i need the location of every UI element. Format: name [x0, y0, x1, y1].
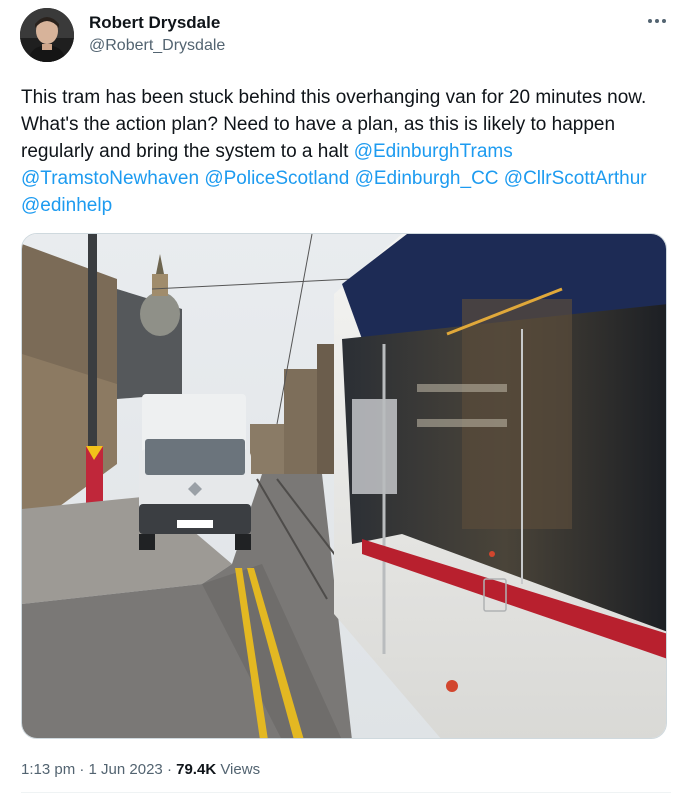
author-name[interactable]: Robert Drysdale: [89, 13, 220, 33]
photo-tram-van-street: [22, 234, 666, 738]
mention-edinburgh-cc[interactable]: @Edinburgh_CC: [355, 168, 499, 189]
author-handle[interactable]: @Robert_Drysdale: [89, 36, 225, 56]
tweet: Robert Drysdale @Robert_Drysdale This tr…: [0, 0, 689, 800]
tweet-time[interactable]: 1:13 pm: [21, 761, 75, 778]
mention-policescotland[interactable]: @PoliceScotland: [204, 168, 349, 189]
more-horizontal-icon-dot: [662, 19, 666, 23]
views-count: 79.4K: [176, 761, 217, 778]
views-label: Views: [220, 761, 261, 778]
more-options-button[interactable]: [644, 10, 670, 32]
tweet-body: This tram has been stuck behind this ove…: [21, 87, 647, 162]
tweet-text: This tram has been stuck behind this ove…: [21, 84, 671, 219]
mention-cllrscottarthur[interactable]: @CllrScottArthur: [504, 168, 647, 189]
meta-separator: ·: [79, 761, 85, 778]
more-horizontal-icon: [648, 19, 652, 23]
avatar[interactable]: [20, 8, 74, 62]
more-horizontal-icon-dot: [655, 19, 659, 23]
tweet-date[interactable]: 1 Jun 2023: [89, 761, 163, 778]
mention-edinhelp[interactable]: @edinhelp: [21, 195, 112, 216]
mention-edinburghtrams[interactable]: @EdinburghTrams: [354, 141, 513, 162]
tweet-meta: 1:13 pm · 1 Jun 2023 · 79.4K Views: [21, 760, 260, 780]
meta-separator: ·: [166, 761, 172, 778]
mention-tramstonewhaven[interactable]: @TramstoNewhaven: [21, 168, 199, 189]
divider: [21, 792, 671, 793]
tweet-photo[interactable]: [21, 233, 667, 739]
